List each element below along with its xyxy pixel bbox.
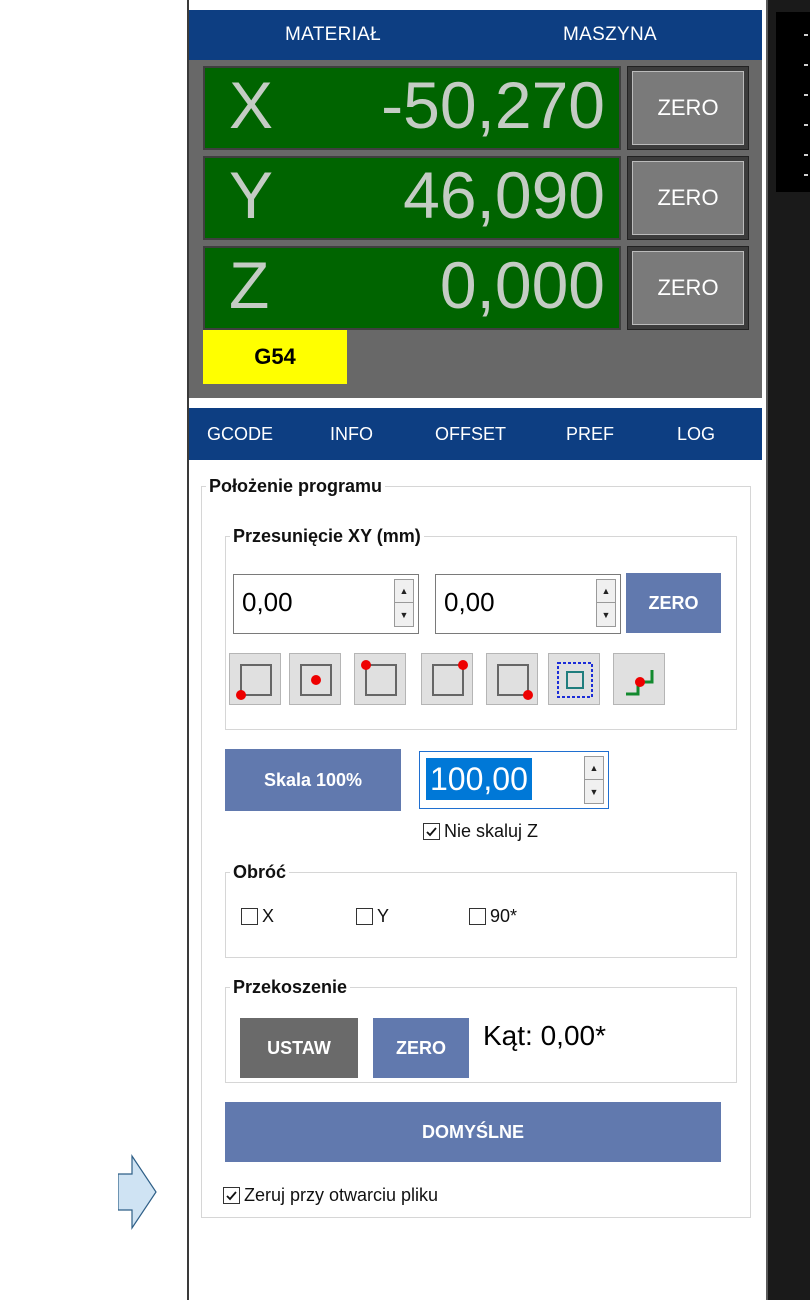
checkbox-unchecked-icon	[356, 908, 373, 925]
group-title: Przekoszenie	[233, 977, 348, 997]
axis-value: 46,090	[403, 158, 605, 232]
tab-log[interactable]: LOG	[677, 424, 715, 445]
checkbox-checked-icon	[423, 823, 440, 840]
toolpath-preview-canvas	[776, 12, 810, 192]
checkbox-checked-icon	[223, 1187, 240, 1204]
zero-skew-button[interactable]: ZERO	[373, 1018, 469, 1078]
center-icon	[300, 664, 332, 696]
skew-angle-readout: Kąt: 0,00*	[483, 1020, 606, 1051]
spinner-arrows[interactable]: ▲ ▼	[394, 579, 414, 627]
align-bottom-left-button[interactable]	[229, 653, 281, 705]
align-bottom-right-button[interactable]	[486, 653, 538, 705]
align-center-button[interactable]	[289, 653, 341, 705]
checkbox-unchecked-icon	[241, 908, 258, 925]
scale-spinner[interactable]: 100,00 ▲ ▼	[419, 751, 609, 809]
x-axis-readout: X -50,270	[203, 66, 621, 150]
y-axis-readout: Y 46,090	[203, 156, 621, 240]
align-bounding-box-button[interactable]	[548, 653, 600, 705]
pointer-arrow-icon	[118, 1154, 157, 1230]
top-left-icon	[361, 660, 397, 696]
control-panel: MATERIAŁ MASZYNA X -50,270 ZERO Y 46,090…	[189, 0, 766, 1300]
set-skew-button[interactable]: USTAW	[240, 1018, 358, 1078]
tab-material[interactable]: MATERIAŁ	[285, 24, 381, 46]
coordinate-mode-tabs: MATERIAŁ MASZYNA	[189, 10, 762, 60]
tab-machine[interactable]: MASZYNA	[563, 24, 657, 46]
rotate-90-checkbox[interactable]: 90*	[469, 906, 517, 927]
group-title: Obróć	[233, 862, 287, 882]
spinner-arrows[interactable]: ▲ ▼	[584, 756, 604, 804]
no-scale-z-checkbox[interactable]: Nie skaluj Z	[423, 821, 538, 842]
group-title: Położenie programu	[209, 476, 383, 496]
axis-letter: X	[229, 68, 274, 142]
work-offset-badge[interactable]: G54	[203, 330, 347, 384]
scale-100-button[interactable]: Skala 100%	[225, 749, 401, 811]
z-axis-readout: Z 0,000	[203, 246, 621, 330]
align-top-left-button[interactable]	[354, 653, 406, 705]
toolpath-preview-panel[interactable]	[766, 0, 810, 1300]
tab-info[interactable]: INFO	[330, 424, 373, 445]
x-offset-spinner[interactable]: 0,00 ▲ ▼	[233, 574, 419, 634]
align-top-right-button[interactable]	[421, 653, 473, 705]
align-current-position-button[interactable]	[613, 653, 665, 705]
top-right-icon	[432, 660, 468, 696]
tab-pref[interactable]: PREF	[566, 424, 614, 445]
rotate-y-checkbox[interactable]: Y	[356, 906, 389, 927]
spinner-arrows[interactable]: ▲ ▼	[596, 579, 616, 627]
zero-x-button[interactable]: ZERO	[627, 66, 749, 150]
zero-y-button[interactable]: ZERO	[627, 156, 749, 240]
axis-letter: Y	[229, 158, 274, 232]
offset-tab-content: Położenie programu Przesunięcie XY (mm) …	[189, 460, 766, 1300]
current-position-icon	[626, 670, 654, 696]
y-offset-spinner[interactable]: 0,00 ▲ ▼	[435, 574, 621, 634]
zero-xy-offset-button[interactable]: ZERO	[626, 573, 721, 633]
checkbox-unchecked-icon	[469, 908, 486, 925]
axis-value: 0,000	[439, 248, 605, 322]
tab-offset[interactable]: OFFSET	[435, 424, 506, 445]
zero-z-button[interactable]: ZERO	[627, 246, 749, 330]
scale-value: 100,00	[426, 758, 532, 800]
axis-letter: Z	[229, 248, 270, 322]
panel-tabs: GCODE INFO OFFSET PREF LOG	[189, 408, 762, 460]
bounding-box-icon	[557, 662, 593, 698]
zero-on-open-checkbox[interactable]: Zeruj przy otwarciu pliku	[223, 1185, 438, 1206]
defaults-button[interactable]: DOMYŚLNE	[225, 1102, 721, 1162]
group-title: Przesunięcie XY (mm)	[233, 526, 421, 546]
dro-panel: MATERIAŁ MASZYNA X -50,270 ZERO Y 46,090…	[189, 10, 762, 398]
bottom-left-icon	[236, 664, 272, 700]
axis-value: -50,270	[381, 68, 605, 142]
bottom-right-icon	[497, 664, 533, 700]
tab-gcode[interactable]: GCODE	[207, 424, 273, 445]
rotate-x-checkbox[interactable]: X	[241, 906, 274, 927]
